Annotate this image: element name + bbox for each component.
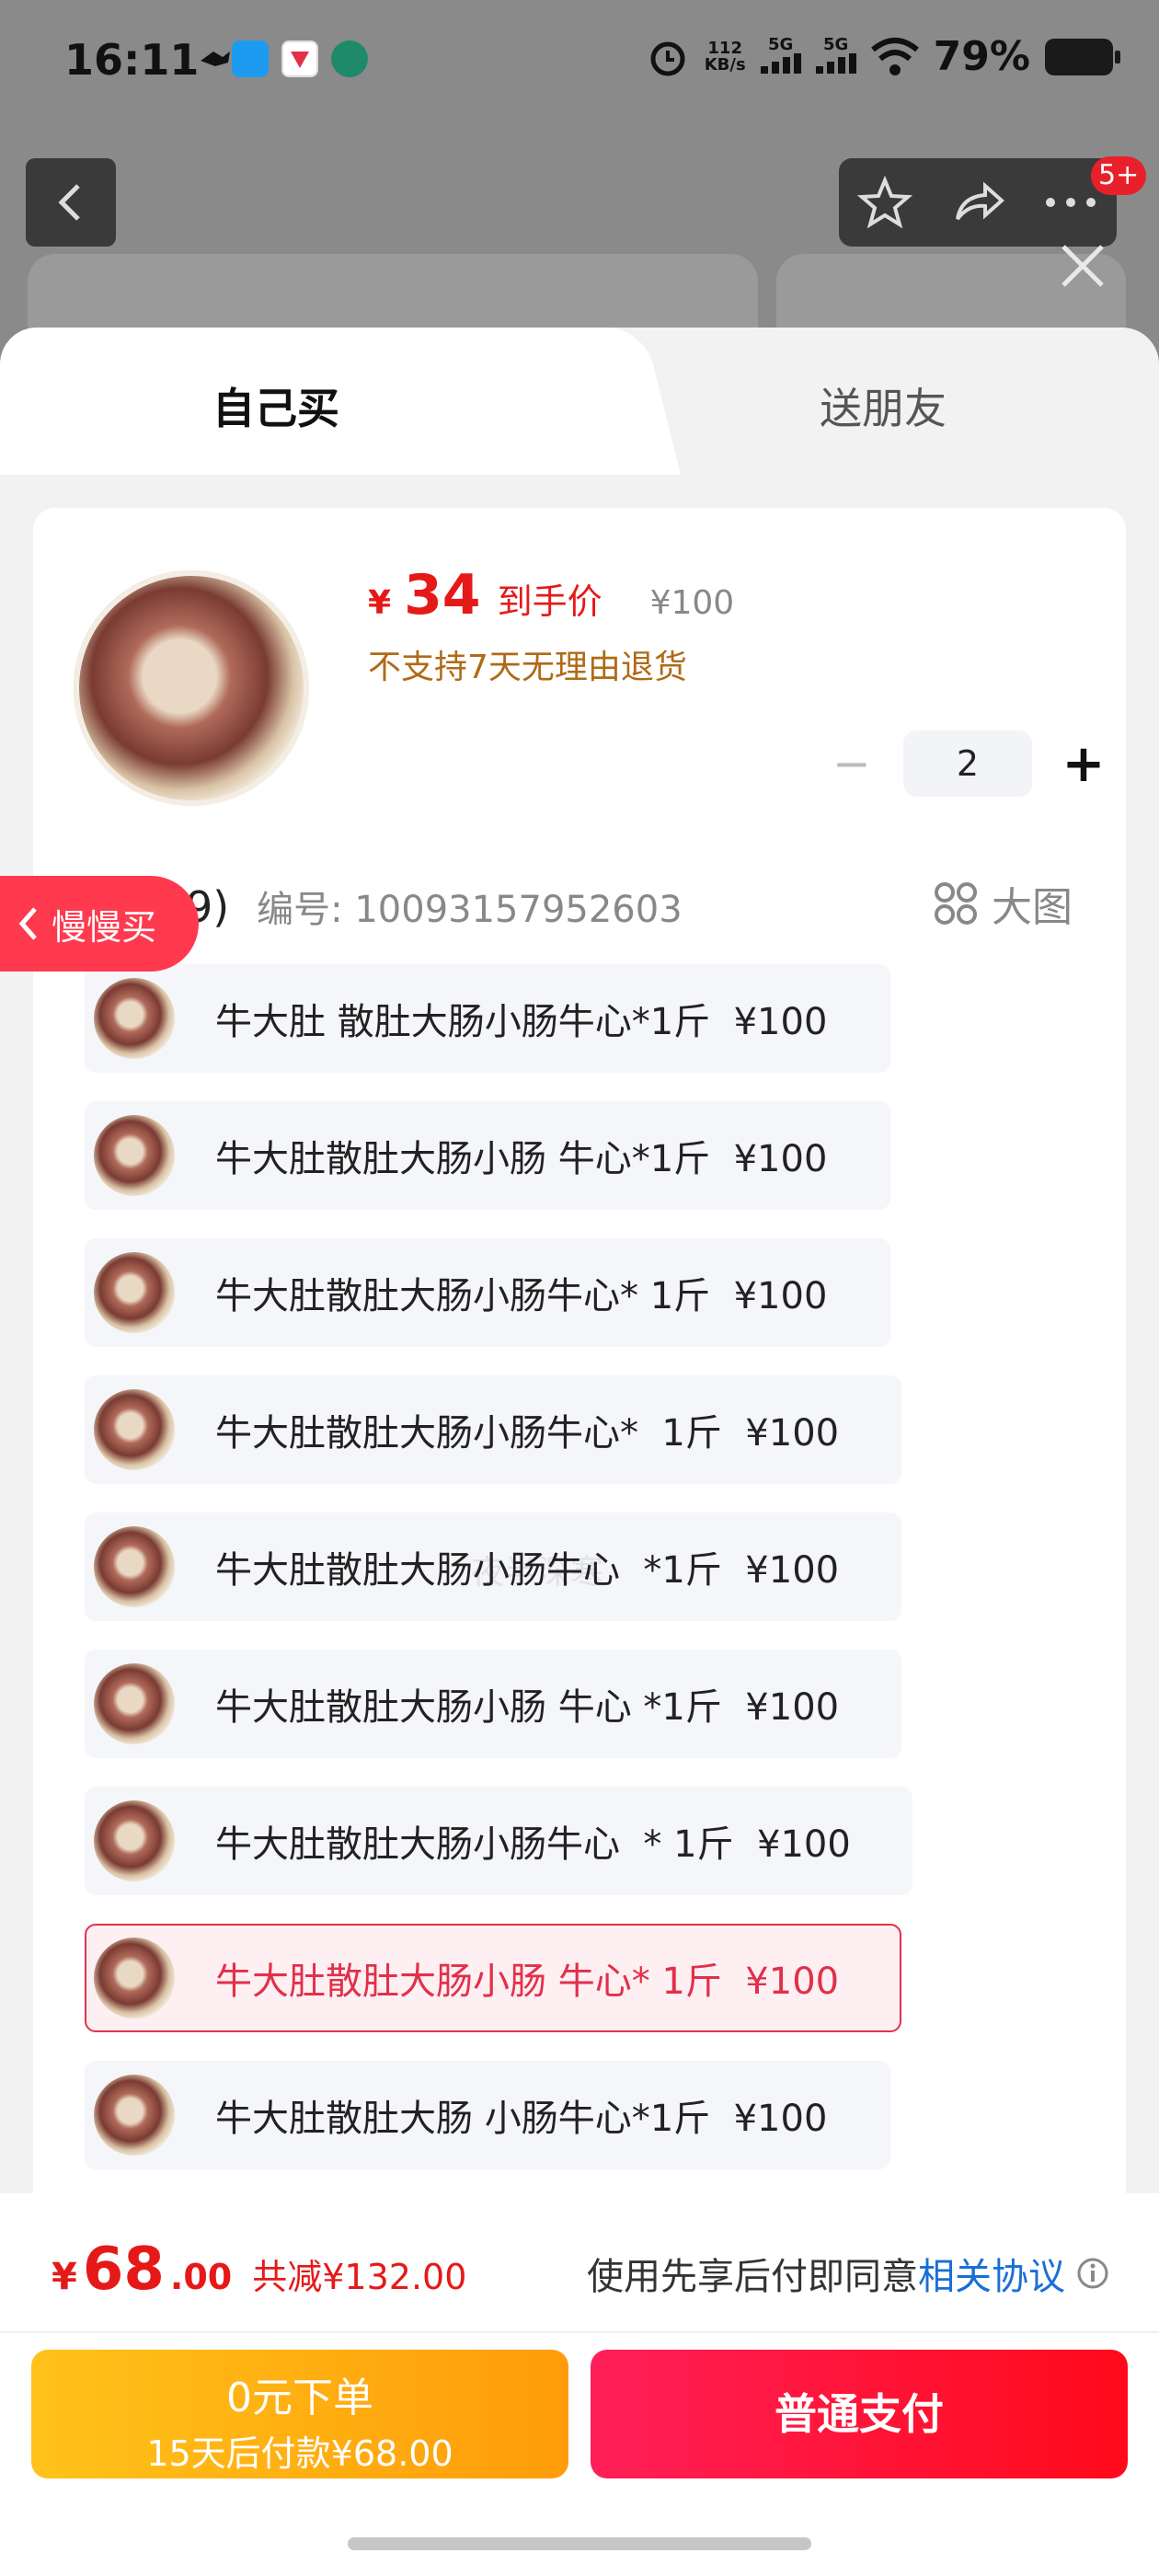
- more-icon[interactable]: [1043, 193, 1098, 212]
- pay-later-title: 0元下单: [226, 2375, 373, 2421]
- spec-option-label: 牛大肚 散肚大肠小肠牛心*1斤 ¥100: [215, 1001, 828, 1043]
- spec-option[interactable]: 牛大肚散肚大肠小肠牛心 * 1斤 ¥100: [85, 1787, 912, 1895]
- battery-percent: 79%: [933, 33, 1030, 80]
- watermark: 夜半深寒: [471, 1554, 604, 1592]
- notification-badge: 5+: [1091, 156, 1147, 195]
- normal-pay-button[interactable]: 普通支付: [591, 2350, 1128, 2478]
- back-button[interactable]: [26, 158, 116, 247]
- spec-option-image: [94, 1115, 175, 1196]
- app-notification-icon: [232, 40, 269, 77]
- spec-option[interactable]: 牛大肚散肚大肠小肠牛心* 1斤 ¥100: [85, 1375, 901, 1484]
- total-integer: 68: [82, 2236, 165, 2304]
- tab-buy-self[interactable]: 自己买: [0, 328, 598, 475]
- battery-icon: [1045, 38, 1120, 75]
- checkout-bar: ¥ 68 .00 共减¥132.00 使用先享后付即同意 相关协议 0元下单 1…: [0, 2193, 1159, 2576]
- app-notification-icon: [331, 40, 368, 77]
- return-notice: 不支持7天无理由退货: [368, 649, 687, 686]
- spec-option-label: 牛大肚散肚大肠小肠 牛心 *1斤 ¥100: [215, 1686, 840, 1729]
- spec-option-label: 牛大肚散肚大肠小肠牛心 * 1斤 ¥100: [215, 1823, 851, 1866]
- discount-amount: 共减¥132.00: [252, 2257, 467, 2297]
- spec-option-label: 牛大肚散肚大肠小肠 牛心*1斤 ¥100: [215, 1138, 828, 1180]
- slow-buy-button[interactable]: 慢慢买: [0, 876, 199, 972]
- status-bar: 16:11 112 KB/s 5G 5G 79%: [0, 0, 1159, 129]
- spec-option-image: [94, 1663, 175, 1744]
- sim2-signal-icon: 5G: [815, 36, 856, 77]
- home-indicator[interactable]: [348, 2537, 811, 2550]
- big-picture-button[interactable]: 大图: [933, 874, 1073, 933]
- final-price: 34: [404, 563, 481, 627]
- info-icon[interactable]: [1074, 2255, 1111, 2292]
- share-icon[interactable]: [950, 175, 1005, 230]
- spec-option[interactable]: 牛大肚 散肚大肠小肠牛心*1斤 ¥100: [85, 964, 890, 1073]
- spec-option-image: [94, 978, 175, 1059]
- quantity-increase-button[interactable]: +: [1047, 734, 1120, 794]
- chevron-left-icon: [58, 184, 80, 221]
- tab-send-friend[interactable]: 送朋友: [607, 375, 1159, 436]
- quantity-stepper: − 2 +: [815, 730, 1120, 797]
- total-decimal: .00: [169, 2257, 233, 2297]
- spec-option[interactable]: 牛大肚散肚大肠小肠 牛心* 1斤 ¥100: [85, 1924, 901, 2032]
- spec-option-image: [94, 1800, 175, 1881]
- star-icon[interactable]: [857, 175, 913, 230]
- total-price: ¥ 68 .00 共减¥132.00: [52, 2236, 466, 2304]
- alarm-icon: [650, 41, 685, 75]
- spec-option-image: [94, 1389, 175, 1470]
- price-row: ¥ 34 到手价 ¥100: [368, 563, 734, 627]
- currency-symbol: ¥: [368, 584, 392, 622]
- spec-option-image: [94, 1938, 175, 2018]
- slow-buy-label: 慢慢买: [52, 906, 157, 948]
- tab-buy-self-label: 自己买: [212, 384, 339, 433]
- final-price-tag: 到手价: [497, 581, 602, 622]
- spec-option-label: 牛大肚散肚大肠小肠牛心* 1斤 ¥100: [215, 1275, 828, 1317]
- quantity-value[interactable]: 2: [903, 730, 1032, 797]
- grid-icon: [935, 882, 977, 925]
- status-time: 16:11: [64, 35, 200, 85]
- spec-option[interactable]: 牛大肚散肚大肠小肠 牛心 *1斤 ¥100: [85, 1650, 901, 1758]
- product-code: 编号: 10093157952603: [257, 889, 683, 931]
- pay-later-button[interactable]: 0元下单 15天后付款¥68.00: [31, 2350, 568, 2478]
- spec-option-label: 牛大肚散肚大肠小肠 牛心* 1斤 ¥100: [215, 1961, 840, 2003]
- spec-option-label: 牛大肚散肚大肠 小肠牛心*1斤 ¥100: [215, 2098, 828, 2140]
- agreement-text: 使用先享后付即同意: [587, 2256, 918, 2298]
- app-notification-icon: [281, 40, 318, 77]
- close-icon: [1061, 245, 1104, 287]
- spec-option-label: 牛大肚散肚大肠小肠牛心* 1斤 ¥100: [215, 1412, 840, 1455]
- product-image[interactable]: [74, 570, 309, 806]
- total-currency: ¥: [52, 2256, 77, 2298]
- close-button[interactable]: [1050, 234, 1115, 298]
- agreement: 使用先享后付即同意 相关协议: [587, 2247, 1111, 2300]
- spec-option[interactable]: 牛大肚散肚大肠小肠牛心* 1斤 ¥100: [85, 1238, 890, 1347]
- spec-option-image: [94, 2075, 175, 2156]
- big-picture-label: 大图: [992, 884, 1073, 931]
- app-notification-icon: [197, 40, 234, 77]
- pay-later-subtitle: 15天后付款¥68.00: [146, 2433, 453, 2474]
- quantity-decrease-button[interactable]: −: [815, 737, 889, 790]
- spec-option[interactable]: 牛大肚散肚大肠小肠 牛心*1斤 ¥100: [85, 1101, 890, 1210]
- chevron-left-icon: [18, 907, 37, 940]
- sim1-signal-icon: 5G: [760, 36, 801, 77]
- wifi-icon: [870, 37, 919, 75]
- agreement-link[interactable]: 相关协议: [918, 2247, 1065, 2300]
- spec-option[interactable]: 牛大肚散肚大肠 小肠牛心*1斤 ¥100: [85, 2061, 890, 2169]
- spec-option-image: [94, 1252, 175, 1333]
- spec-option-image: [94, 1526, 175, 1607]
- original-price: ¥100: [649, 584, 735, 622]
- net-speed: 112 KB/s: [704, 38, 746, 75]
